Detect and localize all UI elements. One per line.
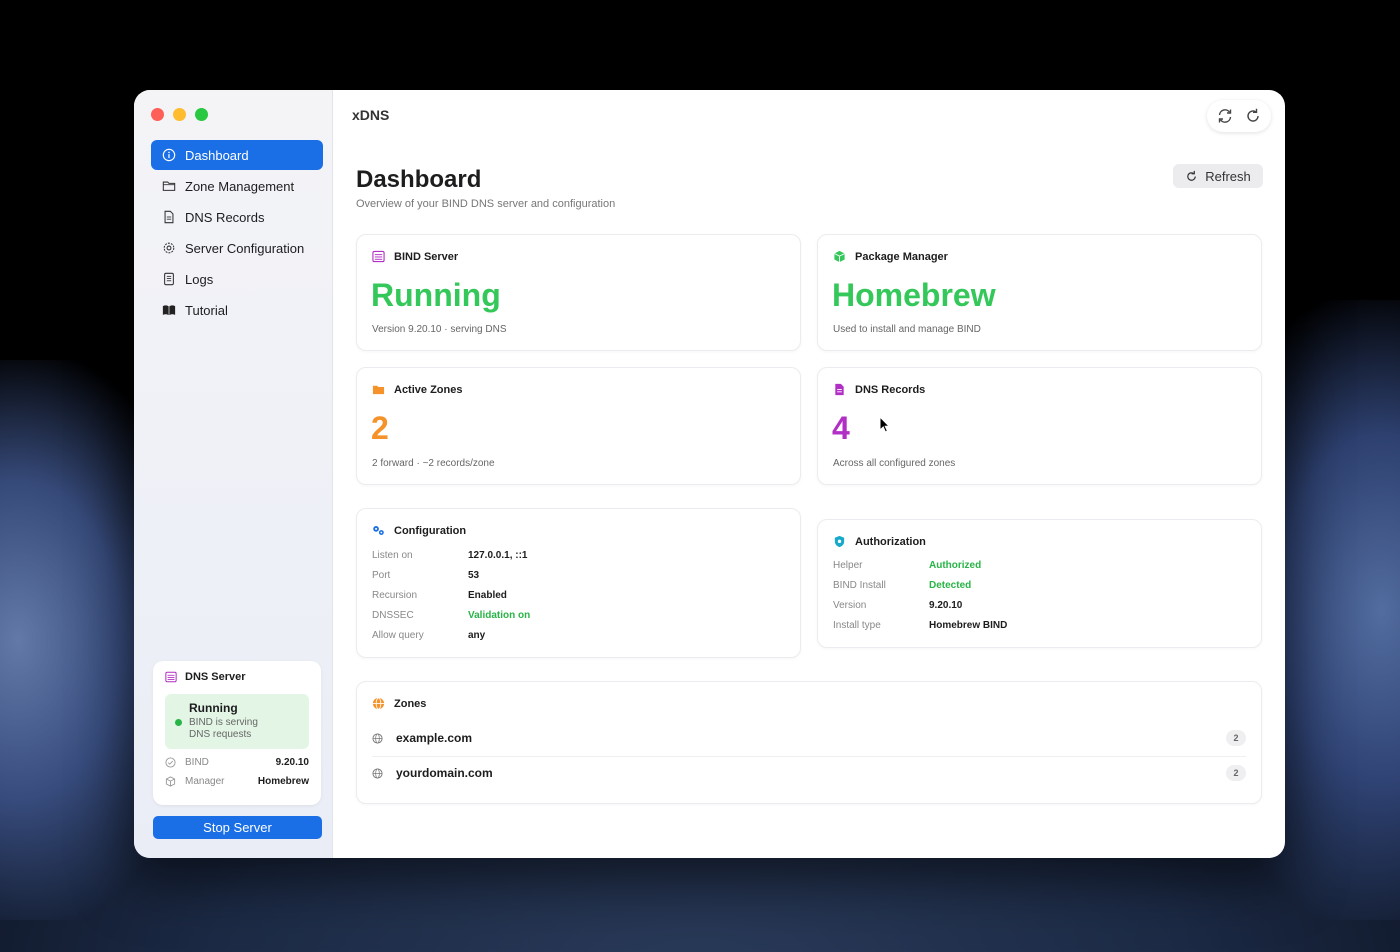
package-icon [165,776,185,787]
status-description: BIND is serving DNS requests [189,717,258,740]
sidebar-item-logs[interactable]: Logs [151,264,323,294]
zone-record-count: 2 [1226,730,1246,746]
folder-icon [372,383,394,396]
sidebar-item-label: Dashboard [185,147,249,163]
zoom-window-button[interactable] [195,108,208,121]
check-circle-icon [165,757,185,768]
server-running-indicator: Running BIND is serving DNS requests [165,694,309,749]
status-dot [175,719,182,726]
sidebar-item-dns-records[interactable]: DNS Records [151,202,323,232]
mouse-cursor-icon [879,415,891,439]
config-row-allow-query: Allow query any [372,630,486,641]
refresh-icon [1185,170,1205,183]
config-row-dnssec: DNSSEC Validation on [372,610,531,621]
active-zones-card: Active Zones 2 2 forward · ~2 records/zo… [356,367,801,485]
zone-name: example.com [396,731,473,745]
window-controls [151,108,208,121]
dns-server-status-card: DNS Server Running BIND is serving DNS r… [153,661,321,805]
status-row-manager: Manager Homebrew [165,776,309,787]
sidebar-item-label: Server Configuration [185,240,305,256]
gear-icon [161,240,177,256]
auth-row-bind-install: BIND Install Detected [833,580,972,591]
zones-card: Zones example.com 2 yourdomain.com 2 [356,681,1262,804]
close-window-button[interactable] [151,108,164,121]
shield-icon [833,535,855,548]
sidebar-item-label: DNS Records [185,209,265,225]
config-row-port: Port 53 [372,570,480,581]
auth-row-install-type: Install type Homebrew BIND [833,620,1008,631]
card-footnote: 2 forward · ~2 records/zone [372,458,495,469]
sidebar-item-label: Zone Management [185,178,295,194]
minimize-window-button[interactable] [173,108,186,121]
bind-server-card: BIND Server Running Version 9.20.10 · se… [356,234,801,351]
globe-icon [372,697,394,710]
sidebar-item-tutorial[interactable]: Tutorial [151,295,323,325]
document-icon [161,209,177,225]
window-title: xDNS [352,107,390,123]
zone-record-count: 2 [1226,765,1246,781]
info-icon [161,147,177,163]
card-footnote: Across all configured zones [833,458,956,469]
card-title: DNS Records [855,383,926,396]
card-title: Package Manager [855,250,948,263]
document-icon [833,383,855,396]
config-row-recursion: Recursion Enabled [372,590,507,601]
globe-icon [372,767,396,779]
sidebar-item-label: Tutorial [185,302,228,318]
refresh-button[interactable]: Refresh [1173,164,1263,188]
sidebar-item-dashboard[interactable]: Dashboard [151,140,323,170]
toolbar-button-group [1207,100,1271,132]
card-footnote: Used to install and manage BIND [833,324,981,335]
sidebar-item-zone-management[interactable]: Zone Management [151,171,323,201]
auth-row-helper: Helper Authorized [833,560,982,571]
globe-icon [372,732,396,744]
book-icon [161,302,177,318]
dns-records-count: 4 [832,410,850,446]
config-row-listen: Listen on 127.0.0.1, ::1 [372,550,528,561]
status-state: Running [189,701,238,715]
reload-icon[interactable] [1244,107,1262,125]
sidebar-nav: Dashboard Zone Management DNS Records Se… [151,140,323,326]
authorization-card: Authorization Helper Authorized BIND Inst… [817,519,1262,648]
package-icon [833,250,855,263]
zone-row-example-com[interactable]: example.com 2 [372,721,1246,755]
configuration-card: Configuration Listen on 127.0.0.1, ::1 Po… [356,508,801,658]
status-row-bind: BIND 9.20.10 [165,757,309,768]
sidebar: Dashboard Zone Management DNS Records Se… [134,90,333,858]
sync-icon[interactable] [1216,107,1234,125]
gears-icon [372,524,394,537]
active-zones-count: 2 [371,410,389,446]
sidebar-item-server-configuration[interactable]: Server Configuration [151,233,323,263]
stop-server-button[interactable]: Stop Server [153,816,322,839]
package-manager-card: Package Manager Homebrew Used to install… [817,234,1262,351]
folder-icon [161,178,177,194]
bind-status-value: Running [371,277,501,313]
status-card-title: DNS Server [165,671,309,683]
card-title: BIND Server [394,250,459,263]
card-footnote: Version 9.20.10 · serving DNS [372,324,507,335]
zone-name: yourdomain.com [396,766,493,780]
package-manager-value: Homebrew [832,277,996,313]
page-subtitle: Overview of your BIND DNS server and con… [356,198,616,210]
server-icon [372,250,394,263]
card-title: Zones [394,697,427,710]
card-title: Configuration [394,524,467,537]
app-window: Dashboard Zone Management DNS Records Se… [134,90,1285,858]
server-icon [165,671,185,683]
zone-row-yourdomain-com[interactable]: yourdomain.com 2 [372,756,1246,790]
card-title: Active Zones [394,383,463,396]
page-title: Dashboard [356,166,482,193]
card-title: Authorization [855,535,926,548]
auth-row-version: Version 9.20.10 [833,600,963,611]
sidebar-item-label: Logs [185,271,214,287]
log-icon [161,271,177,287]
